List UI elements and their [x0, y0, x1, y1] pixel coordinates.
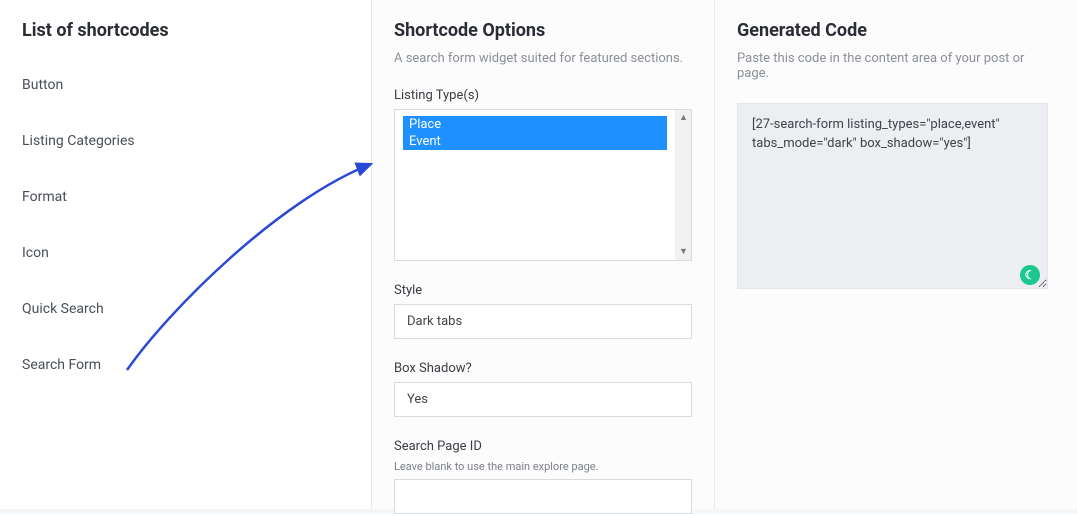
listing-types-group: Listing Type(s) Place Event ▲ ▼ [394, 88, 692, 261]
style-label: Style [394, 283, 692, 298]
shortcode-item-format[interactable]: Format [22, 169, 349, 225]
box-shadow-input[interactable] [394, 382, 692, 417]
search-page-id-label: Search Page ID [394, 439, 692, 454]
shortcode-item-listing-categories[interactable]: Listing Categories [22, 113, 349, 169]
options-heading: Shortcode Options [394, 20, 692, 41]
listbox-scrollbar[interactable]: ▲ ▼ [675, 110, 691, 260]
listing-types-label: Listing Type(s) [394, 88, 692, 103]
search-page-id-group: Search Page ID Leave blank to use the ma… [394, 439, 692, 514]
shortcode-item-quick-search[interactable]: Quick Search [22, 281, 349, 337]
shortcode-item-search-form[interactable]: Search Form [22, 337, 349, 393]
style-input[interactable] [394, 304, 692, 339]
options-subtitle: A search form widget suited for featured… [394, 51, 692, 66]
help-badge-icon[interactable]: ☾ [1020, 265, 1040, 285]
generated-code-panel: Generated Code Paste this code in the co… [715, 0, 1077, 509]
listing-type-option-event[interactable]: Event [403, 133, 667, 150]
listing-type-option-place[interactable]: Place [403, 116, 667, 133]
search-page-id-note: Leave blank to use the main explore page… [394, 460, 692, 473]
shortcode-list: Button Listing Categories Format Icon Qu… [22, 51, 349, 393]
shortcodes-list-panel: List of shortcodes Button Listing Catego… [0, 0, 372, 509]
shortcodes-heading: List of shortcodes [22, 20, 349, 41]
generated-code-heading: Generated Code [737, 20, 1055, 41]
shortcode-item-button[interactable]: Button [22, 51, 349, 113]
scroll-down-icon[interactable]: ▼ [676, 244, 691, 260]
scroll-up-icon[interactable]: ▲ [676, 110, 691, 126]
box-shadow-label: Box Shadow? [394, 361, 692, 376]
box-shadow-group: Box Shadow? [394, 361, 692, 417]
generated-code-subtitle: Paste this code in the content area of y… [737, 51, 1055, 81]
shortcode-item-icon[interactable]: Icon [22, 225, 349, 281]
generated-code-textarea[interactable] [737, 103, 1048, 289]
shortcode-options-panel: Shortcode Options A search form widget s… [372, 0, 715, 509]
style-group: Style [394, 283, 692, 339]
listing-types-listbox[interactable]: Place Event ▲ ▼ [394, 109, 692, 261]
